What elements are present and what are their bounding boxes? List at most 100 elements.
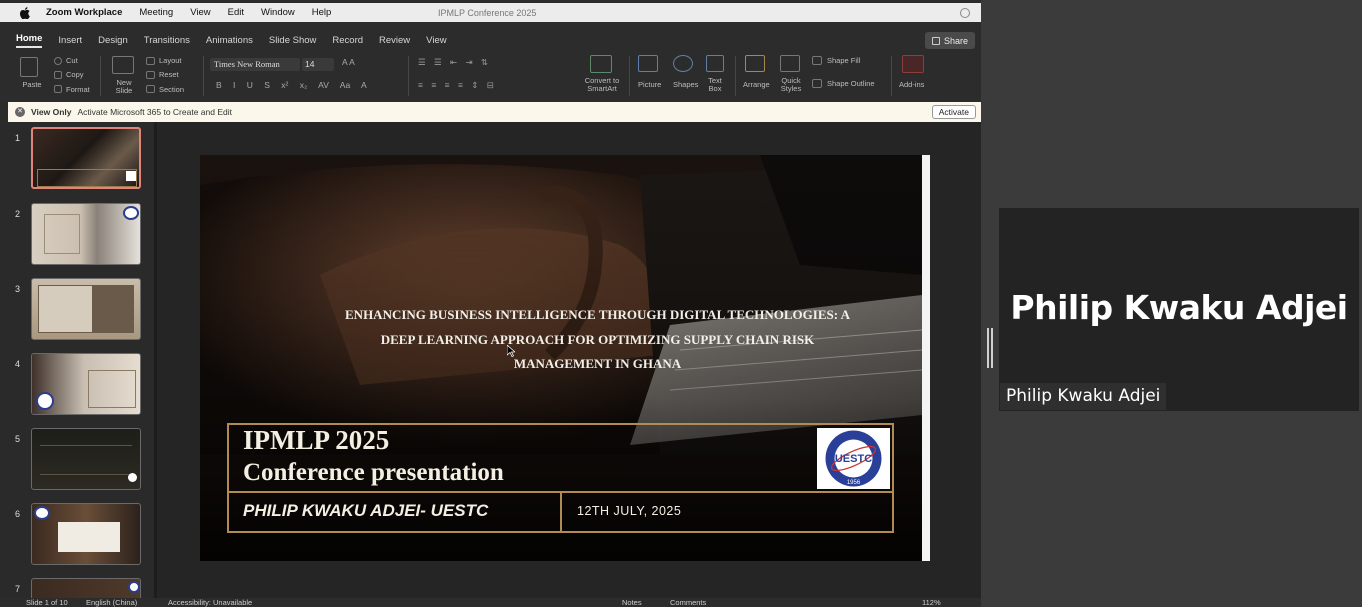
- shape-fill-label[interactable]: Shape Fill: [827, 57, 860, 65]
- arrange-label[interactable]: Arrange: [743, 81, 770, 89]
- account-icon[interactable]: [960, 7, 970, 18]
- picture-label[interactable]: Picture: [638, 81, 661, 89]
- text-box-label[interactable]: Text Box: [705, 77, 725, 93]
- thumb-logo: [128, 581, 140, 593]
- tab-insert[interactable]: Insert: [58, 35, 82, 46]
- font-size-select[interactable]: 14: [302, 58, 334, 71]
- tab-record[interactable]: Record: [332, 35, 363, 46]
- current-slide[interactable]: ENHANCING BUSINESS INTELLIGENCE THROUGH …: [200, 155, 922, 561]
- reset-icon[interactable]: [146, 71, 155, 79]
- copy-icon[interactable]: [54, 71, 62, 79]
- ribbon: Paste Cut Copy Format New Slide Layout R…: [0, 52, 981, 100]
- text-box-icon[interactable]: [706, 55, 724, 72]
- shape-fill-icon[interactable]: [812, 56, 822, 65]
- slide-thumbnail[interactable]: [31, 127, 141, 189]
- thumb-image: [92, 285, 134, 333]
- menu-edit[interactable]: Edit: [228, 7, 244, 18]
- menu-app-name[interactable]: Zoom Workplace: [46, 7, 122, 18]
- picture-icon[interactable]: [638, 55, 658, 72]
- zoom-level[interactable]: 112%: [922, 598, 941, 607]
- slide-thumbnail[interactable]: [31, 578, 141, 600]
- addins-label[interactable]: Add-ins: [899, 81, 924, 89]
- participant-video-tile[interactable]: Philip Kwaku Adjei Philip Kwaku Adjei: [999, 208, 1359, 411]
- divider: [629, 56, 630, 96]
- font-family-select[interactable]: Times New Roman: [210, 58, 300, 71]
- tab-transitions[interactable]: Transitions: [144, 35, 190, 46]
- quick-styles-icon[interactable]: [780, 55, 800, 72]
- thumb-logo: [34, 506, 50, 520]
- layout-icon[interactable]: [146, 57, 155, 65]
- thumb-text-block: [58, 522, 120, 552]
- split-view-handle[interactable]: [987, 328, 993, 368]
- thumb-text-block: [88, 370, 136, 408]
- thumb-logo: [126, 171, 136, 181]
- mac-menubar: Zoom Workplace Meeting View Edit Window …: [0, 3, 981, 22]
- shapes-icon[interactable]: [673, 55, 693, 72]
- activate-button[interactable]: Activate: [931, 105, 976, 119]
- logo-emblem-icon: UESTC 1956: [825, 430, 882, 487]
- arrange-icon[interactable]: [745, 55, 765, 72]
- slide-number: 6: [15, 509, 21, 519]
- slide-thumbnail[interactable]: [31, 203, 141, 265]
- title-line: ENHANCING BUSINESS INTELLIGENCE THROUGH …: [345, 307, 850, 322]
- slide-number: 4: [15, 359, 21, 369]
- menu-view[interactable]: View: [190, 7, 210, 18]
- apple-icon[interactable]: [20, 6, 34, 19]
- ribbon-tabs: Home Insert Design Transitions Animation…: [0, 32, 463, 48]
- grow-shrink-font[interactable]: A A: [342, 57, 355, 67]
- convert-smartart-icon[interactable]: [590, 55, 612, 73]
- reset-label[interactable]: Reset: [159, 71, 179, 79]
- menu-window[interactable]: Window: [261, 7, 295, 18]
- section-icon[interactable]: [146, 85, 155, 93]
- accessibility-status[interactable]: Accessibility: Unavailable: [168, 598, 252, 607]
- shape-outline-label[interactable]: Shape Outline: [827, 80, 875, 88]
- notes-button[interactable]: Notes: [622, 598, 642, 607]
- tab-slide-show[interactable]: Slide Show: [269, 35, 317, 46]
- paste-icon[interactable]: [20, 57, 38, 77]
- slide-thumbnail-pane[interactable]: 1 2 3 4 5 6 7: [0, 122, 155, 600]
- tab-view[interactable]: View: [426, 35, 446, 46]
- slide-thumbnail[interactable]: [31, 353, 141, 415]
- language[interactable]: English (China): [86, 598, 137, 607]
- divider: [203, 56, 204, 96]
- slide-thumbnail[interactable]: [31, 278, 141, 340]
- tab-design[interactable]: Design: [98, 35, 128, 46]
- new-slide-label[interactable]: New Slide: [111, 79, 137, 95]
- list-buttons[interactable]: ☰ ☰ ⇤ ⇥ ⇅: [418, 57, 488, 68]
- slide-thumbnail[interactable]: [31, 428, 141, 490]
- tab-home[interactable]: Home: [16, 33, 43, 48]
- convert-smartart-label[interactable]: Convert to SmartArt: [582, 77, 622, 93]
- paste-label: Paste: [22, 80, 42, 89]
- divider: [408, 56, 409, 96]
- view-only-bar: ✕ View Only Activate Microsoft 365 to Cr…: [8, 102, 981, 122]
- university-logo: UESTC 1956: [817, 428, 890, 489]
- slide-number: 1: [15, 133, 21, 143]
- quick-styles-label[interactable]: Quick Styles: [776, 77, 806, 93]
- menu-help[interactable]: Help: [312, 7, 332, 18]
- align-buttons[interactable]: ≡ ≡ ≡ ≡ ⇕ ⊟: [418, 80, 494, 91]
- conference-subtitle: Conference presentation: [243, 459, 504, 486]
- layout-label[interactable]: Layout: [159, 57, 182, 65]
- section-label[interactable]: Section: [159, 86, 184, 94]
- menu-meeting[interactable]: Meeting: [139, 7, 173, 18]
- divider: [100, 56, 101, 96]
- copy-label[interactable]: Copy: [66, 71, 84, 79]
- format-painter-icon[interactable]: [54, 85, 62, 93]
- share-button[interactable]: Share: [924, 32, 975, 49]
- format-label[interactable]: Format: [66, 86, 90, 94]
- shape-outline-icon[interactable]: [812, 79, 822, 88]
- tab-review[interactable]: Review: [379, 35, 410, 46]
- slide-thumbnail[interactable]: [31, 503, 141, 565]
- cut-label[interactable]: Cut: [66, 57, 78, 65]
- tab-animations[interactable]: Animations: [206, 35, 253, 46]
- conference-title: IPMLP 2025: [243, 425, 390, 455]
- new-slide-icon[interactable]: [112, 56, 134, 74]
- comments-button[interactable]: Comments: [670, 598, 706, 607]
- presenter-name: PHILIP KWAKU ADJEI- UESTC: [243, 501, 489, 520]
- close-icon[interactable]: ✕: [15, 107, 25, 117]
- slide-edge: [922, 155, 930, 561]
- cut-icon[interactable]: [54, 57, 62, 65]
- shapes-label[interactable]: Shapes: [673, 81, 698, 89]
- logo-text: UESTC: [835, 453, 872, 465]
- addins-icon[interactable]: [902, 55, 924, 73]
